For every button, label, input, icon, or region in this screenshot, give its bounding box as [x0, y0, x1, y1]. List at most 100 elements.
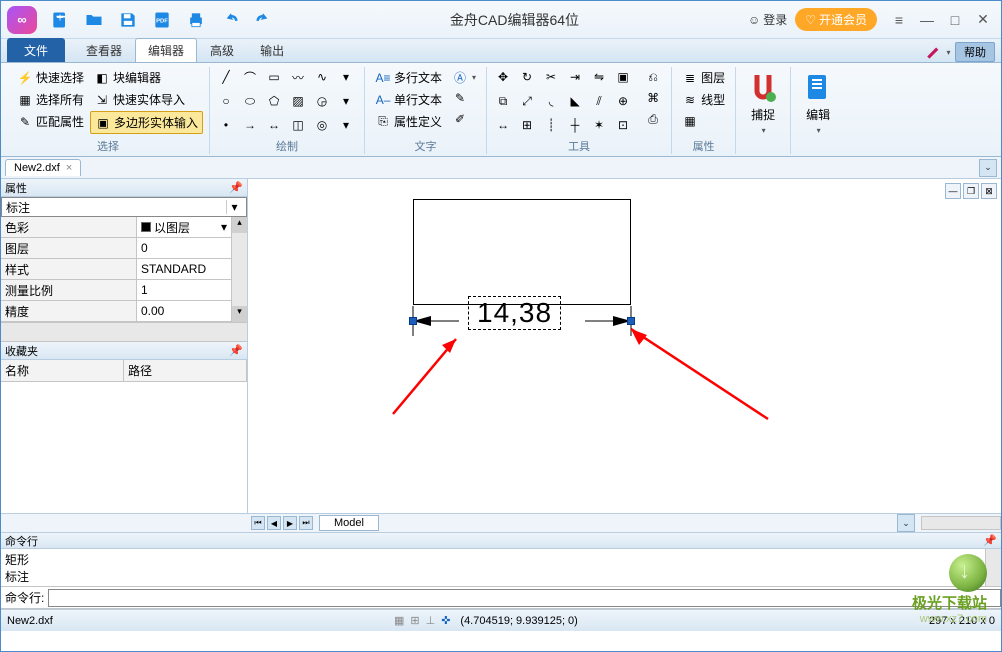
- tool-extra1-button[interactable]: ⎌: [641, 67, 665, 87]
- singleline-text-button[interactable]: A–单行文本: [371, 89, 446, 110]
- polygon-input-button[interactable]: ▣多边形实体输入: [90, 111, 203, 134]
- print-button[interactable]: [182, 6, 210, 34]
- redo-button[interactable]: [250, 6, 278, 34]
- ortho-toggle-icon[interactable]: ⊥: [426, 614, 436, 627]
- tool-extra2-button[interactable]: ⌘: [641, 88, 665, 108]
- canvas-minimize-icon[interactable]: —: [945, 183, 961, 199]
- pin-icon[interactable]: 📌: [229, 181, 243, 194]
- point-icon[interactable]: •: [216, 115, 236, 135]
- menu-button[interactable]: ≡: [885, 6, 913, 34]
- chamfer-icon[interactable]: ◣: [565, 91, 585, 111]
- fav-col-name[interactable]: 名称: [1, 360, 124, 381]
- document-tab[interactable]: New2.dxf ×: [5, 159, 81, 176]
- quick-import-button[interactable]: ⇲快速实体导入: [90, 89, 203, 110]
- dropdown-icon[interactable]: ▾: [226, 200, 242, 214]
- tool-extra3-button[interactable]: ⎙: [641, 109, 665, 129]
- join-icon[interactable]: ┼: [565, 115, 585, 135]
- fav-col-path[interactable]: 路径: [124, 360, 247, 381]
- fillet-icon[interactable]: ◟: [541, 91, 561, 111]
- ray-icon[interactable]: →: [240, 115, 260, 135]
- tab-viewer[interactable]: 查看器: [73, 38, 135, 62]
- props-def-button[interactable]: ⎘属性定义: [371, 111, 446, 132]
- pin-icon[interactable]: 📌: [983, 534, 997, 547]
- prop-row-color[interactable]: 色彩以图层▾: [1, 217, 231, 238]
- prop-row-layer[interactable]: 图层0: [1, 238, 231, 259]
- polyline-icon[interactable]: 〰: [288, 67, 308, 87]
- properties-scrollbar[interactable]: ▴ ▾: [231, 217, 247, 322]
- prop-row-style[interactable]: 样式STANDARD: [1, 259, 231, 280]
- move-icon[interactable]: ✥: [493, 67, 513, 87]
- scroll-up-icon[interactable]: ▴: [232, 217, 247, 233]
- scroll-down-icon[interactable]: ▾: [232, 306, 247, 322]
- maximize-button[interactable]: □: [941, 6, 969, 34]
- pin-icon[interactable]: 📌: [229, 344, 243, 357]
- match-props-button[interactable]: ✎匹配属性: [13, 111, 88, 132]
- ellipse-icon[interactable]: ⬭: [240, 91, 260, 111]
- group-icon[interactable]: ⊡: [613, 115, 633, 135]
- dropdown-draw3-icon[interactable]: ▾: [336, 115, 356, 135]
- circle-icon[interactable]: ○: [216, 91, 236, 111]
- mirror-icon[interactable]: ⇋: [589, 67, 609, 87]
- offset-icon[interactable]: ⫽: [589, 91, 609, 111]
- dropdown-draw-icon[interactable]: ▾: [336, 67, 356, 87]
- rotate-icon[interactable]: ↻: [517, 67, 537, 87]
- donut-icon[interactable]: ◎: [312, 115, 332, 135]
- block-editor-button[interactable]: ◧块编辑器: [90, 67, 203, 88]
- props-extra-button[interactable]: ▦: [678, 111, 729, 131]
- canvas-restore-icon[interactable]: ❐: [963, 183, 979, 199]
- model-last-icon[interactable]: ⏭: [299, 516, 313, 530]
- rectangle-shape[interactable]: [413, 199, 631, 305]
- save-button[interactable]: [114, 6, 142, 34]
- misc-draw-icon[interactable]: ◶: [312, 91, 332, 111]
- line-icon[interactable]: ╱: [216, 67, 236, 87]
- vip-button[interactable]: ♡开通会员: [795, 8, 877, 31]
- arc-icon[interactable]: ⌒: [240, 67, 260, 87]
- open-file-button[interactable]: [80, 6, 108, 34]
- scale-icon[interactable]: ⤢: [517, 91, 537, 111]
- hatch-icon[interactable]: ▨: [288, 91, 308, 111]
- region-icon[interactable]: ◫: [288, 115, 308, 135]
- tab-output[interactable]: 输出: [247, 38, 297, 62]
- model-first-icon[interactable]: ⏮: [251, 516, 265, 530]
- model-next-icon[interactable]: ▶: [283, 516, 297, 530]
- grip-handle-left[interactable]: [409, 317, 417, 325]
- spline-icon[interactable]: ∿: [312, 67, 332, 87]
- stretch-icon[interactable]: ↔: [493, 115, 513, 135]
- undo-button[interactable]: [216, 6, 244, 34]
- dropdown-draw2-icon[interactable]: ▾: [336, 91, 356, 111]
- doctabs-dropdown-button[interactable]: ⌄: [979, 159, 997, 177]
- select-all-button[interactable]: ▦选择所有: [13, 89, 88, 110]
- pen-color-button[interactable]: ▾: [924, 42, 952, 62]
- new-file-button[interactable]: +: [46, 6, 74, 34]
- command-log-scrollbar[interactable]: [985, 549, 1001, 586]
- minimize-button[interactable]: —: [913, 6, 941, 34]
- tab-editor[interactable]: 编辑器: [135, 38, 197, 62]
- snap-toggle-icon[interactable]: ▦: [394, 614, 404, 627]
- insert-icon[interactable]: ⊕: [613, 91, 633, 111]
- xline-icon[interactable]: ↔: [264, 115, 284, 135]
- text-extra2-button[interactable]: ✎: [448, 88, 480, 108]
- rect-icon[interactable]: ▭: [264, 67, 284, 87]
- quick-select-button[interactable]: ⚡快速选择: [13, 67, 88, 88]
- prop-row-scale[interactable]: 测量比例1: [1, 280, 231, 301]
- break-icon[interactable]: ┊: [541, 115, 561, 135]
- close-button[interactable]: ✕: [969, 6, 997, 34]
- copy-icon[interactable]: ⧉: [493, 91, 513, 111]
- multiline-text-button[interactable]: A≡多行文本: [371, 67, 446, 88]
- command-input[interactable]: [48, 589, 1001, 607]
- grid-toggle-icon[interactable]: ⊞: [410, 614, 419, 627]
- model-prev-icon[interactable]: ◀: [267, 516, 281, 530]
- array-icon[interactable]: ⊞: [517, 115, 537, 135]
- trim-icon[interactable]: ✂: [541, 67, 561, 87]
- dimension-text[interactable]: 14,38: [468, 296, 561, 330]
- model-dropdown-button[interactable]: ⌄: [897, 514, 915, 532]
- close-tab-icon[interactable]: ×: [66, 162, 72, 174]
- canvas-close-icon[interactable]: ⊠: [981, 183, 997, 199]
- linetype-button[interactable]: ≋线型: [678, 89, 729, 110]
- model-tab[interactable]: Model: [319, 515, 379, 531]
- snap-button[interactable]: 捕捉▾: [742, 67, 784, 137]
- object-type-select[interactable]: 标注 ▾: [1, 197, 247, 217]
- tab-file[interactable]: 文件: [7, 38, 65, 62]
- prop-row-precision[interactable]: 精度0.00: [1, 301, 231, 322]
- explode-icon[interactable]: ✶: [589, 115, 609, 135]
